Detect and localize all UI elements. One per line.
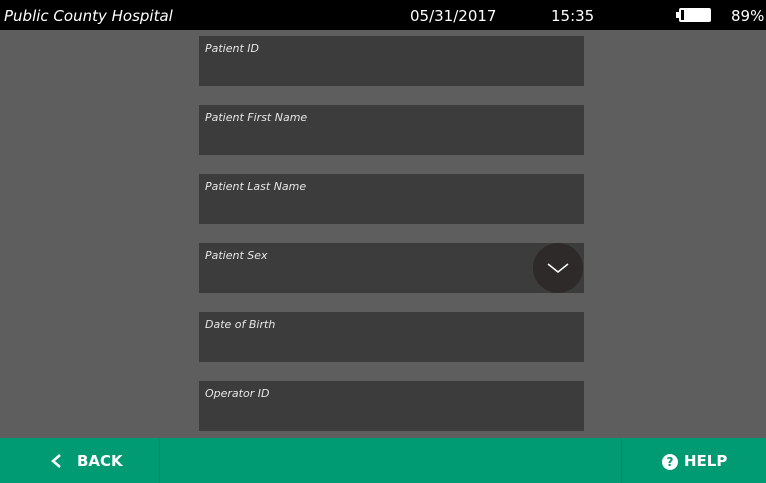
help-circle-icon: ? <box>662 454 678 470</box>
status-bar: Public County Hospital 05/31/2017 15:35 … <box>0 0 766 30</box>
status-date: 05/31/2017 <box>410 7 497 25</box>
battery-icon <box>676 8 711 22</box>
date-of-birth-field[interactable]: Date of Birth <box>199 312 584 362</box>
patient-sex-field[interactable]: Patient Sex <box>199 243 584 293</box>
help-button[interactable]: ? HELP <box>621 438 766 483</box>
operator-id-label: Operator ID <box>205 387 270 400</box>
patient-sex-dropdown-button[interactable] <box>533 243 583 293</box>
back-label: BACK <box>77 452 123 470</box>
battery-percent: 89% <box>731 7 765 25</box>
status-time: 15:35 <box>551 7 595 25</box>
chevron-down-icon <box>547 263 569 273</box>
date-of-birth-label: Date of Birth <box>205 318 276 331</box>
help-label: HELP <box>684 452 728 470</box>
patient-id-field[interactable]: Patient ID <box>199 36 584 86</box>
patient-first-name-field[interactable]: Patient First Name <box>199 105 584 155</box>
bottom-bar: BACK ? HELP <box>0 438 766 483</box>
facility-name: Public County Hospital <box>4 7 173 25</box>
patient-last-name-field[interactable]: Patient Last Name <box>199 174 584 224</box>
chevron-left-icon <box>51 454 61 468</box>
patient-sex-label: Patient Sex <box>205 249 268 262</box>
patient-id-label: Patient ID <box>205 42 260 55</box>
back-button[interactable]: BACK <box>0 438 160 483</box>
operator-id-field[interactable]: Operator ID <box>199 381 584 431</box>
patient-last-name-label: Patient Last Name <box>205 180 307 193</box>
patient-first-name-label: Patient First Name <box>205 111 308 124</box>
